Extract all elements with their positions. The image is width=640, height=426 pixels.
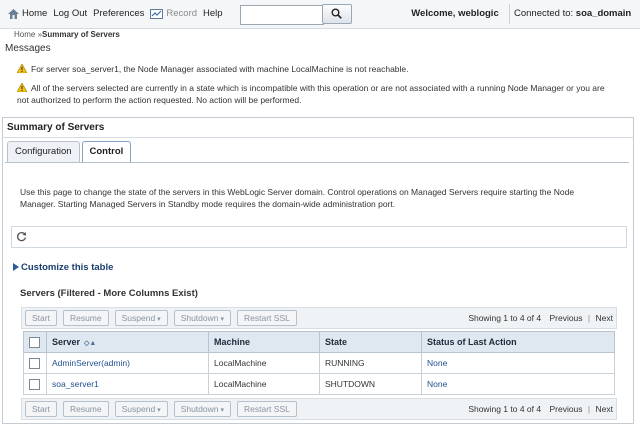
page-description: Use this page to change the state of the… xyxy=(20,187,575,209)
top-toolbar: Home Log Out Preferences Record Help Wel… xyxy=(0,0,640,29)
status-link[interactable]: None xyxy=(427,379,447,389)
server-link[interactable]: AdminServer(admin) xyxy=(52,358,130,368)
table-header-row: Server ◇▲ Machine State Status of Last Ac… xyxy=(23,331,615,353)
global-links: Home Log Out Preferences Record Help xyxy=(8,8,229,19)
action-buttons-top: Start Resume Suspend ▾ Shutdown ▾ Restart … xyxy=(25,310,303,326)
message-item: For server soa_server1, the Node Manager… xyxy=(17,63,617,75)
machine-cell: LocalMachine xyxy=(208,352,320,374)
connected-to: Connected to: soa_domain xyxy=(514,8,631,19)
shutdown-label: Shutdown xyxy=(180,313,219,323)
pager-count: Showing 1 to 4 of 4 xyxy=(468,404,542,414)
connected-domain: soa_domain xyxy=(575,8,632,19)
message-item: All of the servers selected are currentl… xyxy=(17,82,617,106)
start-button[interactable]: Start xyxy=(25,310,57,326)
welcome-text: Welcome, weblogic xyxy=(411,8,499,19)
machine-cell: LocalMachine xyxy=(208,373,320,395)
refresh-bar xyxy=(11,226,627,248)
row-select-cell xyxy=(23,352,47,374)
warning-icon xyxy=(17,64,27,73)
breadcrumb: Home »Summary of Servers xyxy=(14,30,120,39)
panel-title: Summary of Servers xyxy=(3,118,633,138)
breadcrumb-separator: » xyxy=(35,30,43,39)
resume-button[interactable]: Resume xyxy=(62,310,109,326)
restart-ssl-button[interactable]: Restart SSL xyxy=(237,401,297,417)
message-text: All of the servers selected are currentl… xyxy=(17,83,605,105)
breadcrumb-current: Summary of Servers xyxy=(42,30,120,39)
status-cell: None xyxy=(421,352,615,374)
status-cell: None xyxy=(421,373,615,395)
refresh-icon[interactable] xyxy=(16,231,27,242)
help-link[interactable]: Help xyxy=(203,8,223,19)
column-state[interactable]: State xyxy=(319,331,422,353)
shutdown-button[interactable]: Shutdown ▾ xyxy=(173,401,232,417)
message-text: For server soa_server1, the Node Manager… xyxy=(31,64,409,74)
table-row: AdminServer(admin) LocalMachine RUNNING … xyxy=(23,352,615,374)
suspend-label: Suspend xyxy=(121,404,156,414)
search-icon xyxy=(331,8,342,19)
pager-count: Showing 1 to 4 of 4 xyxy=(468,313,542,323)
action-buttons-bottom: Start Resume Suspend ▾ Shutdown ▾ Restart … xyxy=(25,401,303,417)
connected-label: Connected to: xyxy=(514,8,574,19)
servers-table: Server ◇▲ Machine State Status of Last Ac… xyxy=(23,331,615,395)
row-checkbox[interactable] xyxy=(29,357,40,369)
suspend-button[interactable]: Suspend ▾ xyxy=(114,401,168,417)
row-checkbox[interactable] xyxy=(29,378,40,390)
home-icon[interactable] xyxy=(8,8,19,19)
state-cell: SHUTDOWN xyxy=(319,373,422,395)
home-link[interactable]: Home xyxy=(22,8,47,19)
warning-icon xyxy=(17,83,27,92)
breadcrumb-home[interactable]: Home xyxy=(14,30,35,39)
tab-divider xyxy=(5,162,629,163)
record-icon xyxy=(150,8,164,19)
pager-top: Showing 1 to 4 of 4 Previous | Next xyxy=(468,313,613,323)
select-all-checkbox[interactable] xyxy=(29,336,40,348)
row-select-cell xyxy=(23,373,47,395)
chevron-down-icon: ▾ xyxy=(157,407,161,414)
customize-table-link[interactable]: Customize this table xyxy=(13,262,113,273)
table-row: soa_server1 LocalMachine SHUTDOWN None xyxy=(23,373,615,395)
chevron-down-icon: ▾ xyxy=(220,316,225,323)
shutdown-button[interactable]: Shutdown ▾ xyxy=(173,310,232,326)
server-link[interactable]: soa_server1 xyxy=(52,379,99,389)
status-link[interactable]: None xyxy=(427,358,447,368)
chevron-down-icon: ▾ xyxy=(220,407,225,414)
table-title: Servers (Filtered - More Columns Exist) xyxy=(20,288,198,299)
pager-previous[interactable]: Previous xyxy=(549,404,582,414)
pager-bottom: Showing 1 to 4 of 4 Previous | Next xyxy=(468,404,613,414)
tab-control[interactable]: Control xyxy=(81,141,132,162)
column-machine[interactable]: Machine xyxy=(208,331,320,353)
expand-triangle-icon xyxy=(13,263,19,271)
server-cell: AdminServer(admin) xyxy=(46,352,209,374)
select-all-header[interactable] xyxy=(23,331,47,353)
summary-panel: Summary of Servers Configuration Control… xyxy=(2,117,634,424)
server-cell: soa_server1 xyxy=(46,373,209,395)
chevron-down-icon: ▾ xyxy=(157,316,161,323)
tab-configuration[interactable]: Configuration xyxy=(7,141,80,162)
start-button[interactable]: Start xyxy=(25,401,57,417)
shutdown-label: Shutdown xyxy=(180,404,219,414)
preferences-link[interactable]: Preferences xyxy=(93,8,144,19)
pager-next[interactable]: Next xyxy=(596,404,613,414)
restart-ssl-button[interactable]: Restart SSL xyxy=(237,310,297,326)
search-input[interactable] xyxy=(240,5,324,25)
pager-next[interactable]: Next xyxy=(596,313,613,323)
resume-button[interactable]: Resume xyxy=(62,401,109,417)
divider xyxy=(509,4,510,24)
logout-link[interactable]: Log Out xyxy=(53,8,87,19)
messages-title: Messages xyxy=(5,43,51,54)
column-status[interactable]: Status of Last Action xyxy=(421,331,615,353)
state-cell: RUNNING xyxy=(319,352,422,374)
pager-previous[interactable]: Previous xyxy=(549,313,582,323)
search-button[interactable] xyxy=(322,4,352,24)
sort-icon[interactable]: ◇▲ xyxy=(84,340,96,347)
column-server[interactable]: Server ◇▲ xyxy=(46,331,209,353)
record-link[interactable]: Record xyxy=(166,8,197,19)
suspend-button[interactable]: Suspend ▾ xyxy=(114,310,168,326)
tab-bar: Configuration Control xyxy=(7,141,133,162)
customize-label: Customize this table xyxy=(21,262,114,273)
column-server-label: Server xyxy=(52,337,81,347)
suspend-label: Suspend xyxy=(121,313,156,323)
